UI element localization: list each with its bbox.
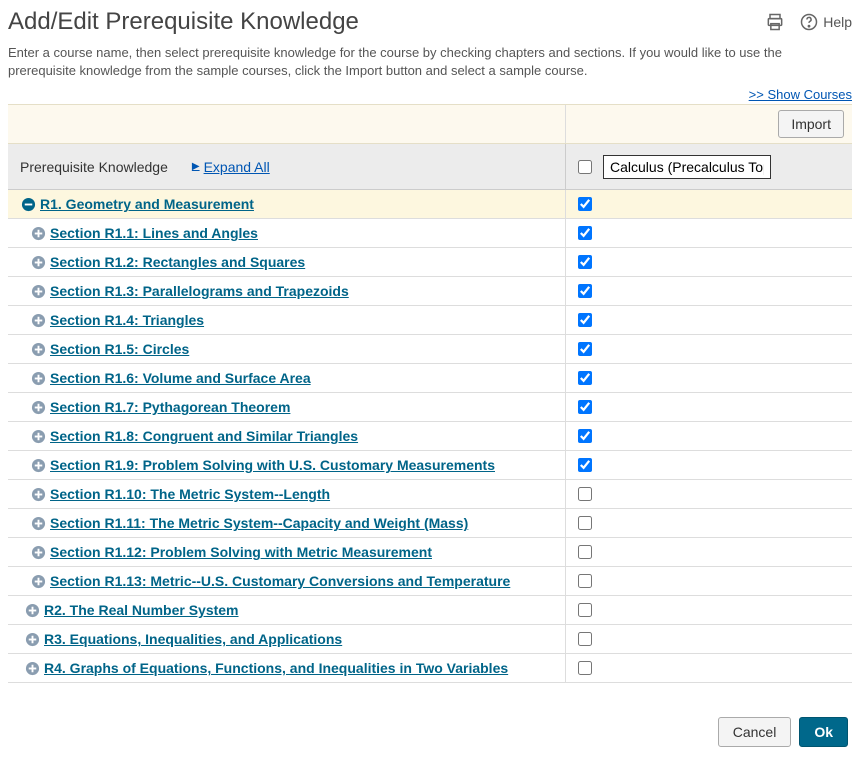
expand-icon[interactable]	[30, 312, 46, 328]
section-link[interactable]: Section R1.4: Triangles	[50, 312, 204, 328]
node-checkbox[interactable]	[578, 632, 592, 646]
expand-icon[interactable]	[30, 341, 46, 357]
section-link[interactable]: Section R1.7: Pythagorean Theorem	[50, 399, 290, 415]
cancel-button[interactable]: Cancel	[718, 717, 792, 747]
toolbar-left-spacer	[8, 105, 566, 143]
ok-button[interactable]: Ok	[799, 717, 848, 747]
chapter-link[interactable]: R4. Graphs of Equations, Functions, and …	[44, 660, 508, 676]
expand-icon[interactable]	[30, 428, 46, 444]
node-checkbox[interactable]	[578, 574, 592, 588]
expand-icon[interactable]	[30, 254, 46, 270]
expand-icon[interactable]	[24, 602, 40, 618]
node-checkbox[interactable]	[578, 313, 592, 327]
expand-icon[interactable]	[24, 631, 40, 647]
expand-icon[interactable]	[24, 660, 40, 676]
node-checkbox[interactable]	[578, 603, 592, 617]
section-link[interactable]: Section R1.10: The Metric System--Length	[50, 486, 330, 502]
section-link[interactable]: Section R1.11: The Metric System--Capaci…	[50, 515, 468, 531]
print-button[interactable]	[765, 12, 785, 32]
chapter-link[interactable]: R3. Equations, Inequalities, and Applica…	[44, 631, 342, 647]
help-button[interactable]: Help	[799, 12, 852, 32]
select-all-checkbox[interactable]	[578, 160, 592, 174]
section-link[interactable]: Section R1.5: Circles	[50, 341, 189, 357]
expand-icon[interactable]	[30, 457, 46, 473]
node-checkbox[interactable]	[578, 458, 592, 472]
expand-all-link[interactable]: ▶ Expand All	[192, 159, 270, 175]
help-icon	[799, 12, 819, 32]
node-checkbox[interactable]	[578, 516, 592, 530]
node-checkbox[interactable]	[578, 545, 592, 559]
section-link[interactable]: Section R1.8: Congruent and Similar Tria…	[50, 428, 358, 444]
section-link[interactable]: Section R1.6: Volume and Surface Area	[50, 370, 311, 386]
knowledge-tree: R1. Geometry and Measurement Section R1.1…	[8, 190, 852, 683]
prereq-knowledge-header: Prerequisite Knowledge	[20, 159, 168, 175]
expand-icon[interactable]	[30, 573, 46, 589]
node-checkbox[interactable]	[578, 400, 592, 414]
node-checkbox[interactable]	[578, 661, 592, 675]
expand-icon[interactable]	[30, 370, 46, 386]
section-link[interactable]: Section R1.12: Problem Solving with Metr…	[50, 544, 432, 560]
expand-icon[interactable]	[30, 225, 46, 241]
section-link[interactable]: Section R1.3: Parallelograms and Trapezo…	[50, 283, 349, 299]
expand-icon[interactable]	[30, 283, 46, 299]
course-name-input[interactable]	[603, 155, 771, 179]
node-checkbox[interactable]	[578, 284, 592, 298]
expand-icon[interactable]	[30, 544, 46, 560]
expand-all-label: Expand All	[204, 159, 270, 175]
collapse-icon[interactable]	[20, 196, 36, 212]
node-checkbox[interactable]	[578, 429, 592, 443]
description-text: Enter a course name, then select prerequ…	[8, 44, 852, 80]
help-label: Help	[823, 14, 852, 30]
chapter-link[interactable]: R2. The Real Number System	[44, 602, 239, 618]
node-checkbox[interactable]	[578, 371, 592, 385]
expand-icon[interactable]	[30, 515, 46, 531]
page-title: Add/Edit Prerequisite Knowledge	[8, 8, 359, 36]
section-link[interactable]: Section R1.1: Lines and Angles	[50, 225, 258, 241]
expand-icon[interactable]	[30, 486, 46, 502]
chapter-link[interactable]: R1. Geometry and Measurement	[40, 196, 254, 212]
node-checkbox[interactable]	[578, 487, 592, 501]
section-link[interactable]: Section R1.9: Problem Solving with U.S. …	[50, 457, 495, 473]
print-icon	[765, 12, 785, 32]
section-link[interactable]: Section R1.13: Metric--U.S. Customary Co…	[50, 573, 510, 589]
node-checkbox[interactable]	[578, 342, 592, 356]
show-courses-link[interactable]: >> Show Courses	[749, 87, 852, 102]
node-checkbox[interactable]	[578, 255, 592, 269]
section-link[interactable]: Section R1.2: Rectangles and Squares	[50, 254, 305, 270]
import-button[interactable]: Import	[778, 110, 844, 138]
node-checkbox[interactable]	[578, 197, 592, 211]
triangle-right-icon: ▶	[192, 161, 200, 172]
expand-icon[interactable]	[30, 399, 46, 415]
node-checkbox[interactable]	[578, 226, 592, 240]
